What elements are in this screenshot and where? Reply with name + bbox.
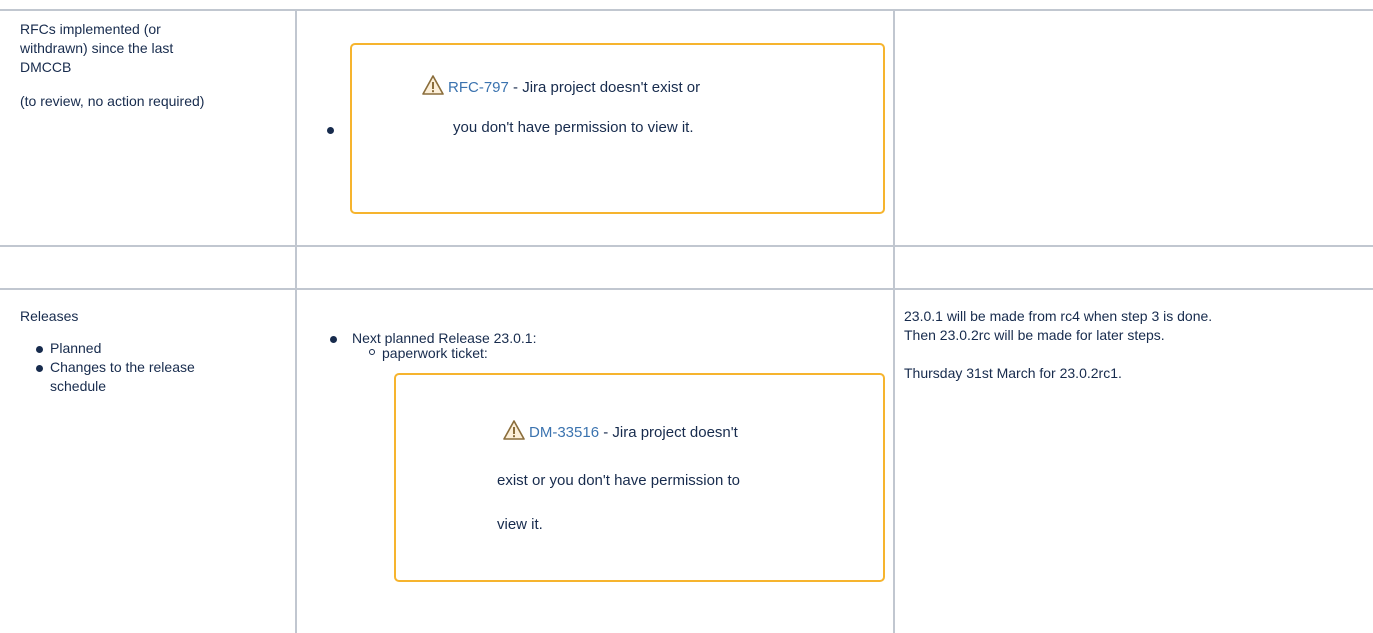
row-divider xyxy=(0,288,1373,290)
jira-issue-link[interactable]: DM-33516 xyxy=(529,424,599,441)
row-divider xyxy=(0,245,1373,247)
jira-macro-line: RFC-797 - Jira project doesn't exist or xyxy=(352,75,883,98)
topic-line: DMCCB xyxy=(20,59,72,75)
table-border-top xyxy=(0,9,1373,11)
sub-bullet xyxy=(369,349,375,355)
jira-issue-macro: DM-33516 - Jira project doesn't exist or… xyxy=(394,373,885,582)
topic-bullet-changes-cont: schedule xyxy=(50,378,107,394)
bullet xyxy=(327,127,334,134)
warning-icon xyxy=(503,420,525,440)
jira-error-message: - Jira project doesn't exist or xyxy=(508,79,701,96)
meeting-table: RFCs implemented (or withdrawn) since th… xyxy=(0,0,1373,633)
release-date-note: Thursday 31st March for 23.0.2rc1. xyxy=(904,365,1122,381)
jira-macro-line: DM-33516 - Jira project doesn't xyxy=(396,420,883,443)
jira-error-message-cont: view it. xyxy=(497,516,543,533)
topic-bullet-changes: Changes to the release xyxy=(50,359,195,375)
bullet xyxy=(330,336,337,343)
bullet xyxy=(36,365,43,372)
topic-note: (to review, no action required) xyxy=(20,93,205,109)
column-divider xyxy=(295,10,297,633)
topic-bullet-planned: Planned xyxy=(50,340,102,356)
column-divider xyxy=(893,10,895,633)
jira-error-message-cont: exist or you don't have permission to xyxy=(497,472,740,489)
row-rfc-topic: RFCs implemented (or withdrawn) since th… xyxy=(20,20,285,77)
jira-issue-link[interactable]: RFC-797 xyxy=(448,79,509,96)
jira-issue-macro: RFC-797 - Jira project doesn't exist or … xyxy=(350,43,885,214)
jira-error-message-cont: you don't have permission to view it. xyxy=(453,119,694,136)
topic-line: RFCs implemented (or xyxy=(20,21,161,37)
releases-title: Releases xyxy=(20,308,79,324)
jira-error-message: - Jira project doesn't xyxy=(599,424,738,441)
release-note-line: 23.0.1 will be made from rc4 when step 3… xyxy=(904,308,1213,324)
topic-line: withdrawn) since the last xyxy=(20,40,174,56)
bullet xyxy=(36,346,43,353)
warning-icon xyxy=(422,75,444,95)
paperwork-ticket-label: paperwork ticket: xyxy=(382,345,488,361)
release-note-line: Then 23.0.2rc will be made for later ste… xyxy=(904,327,1165,343)
